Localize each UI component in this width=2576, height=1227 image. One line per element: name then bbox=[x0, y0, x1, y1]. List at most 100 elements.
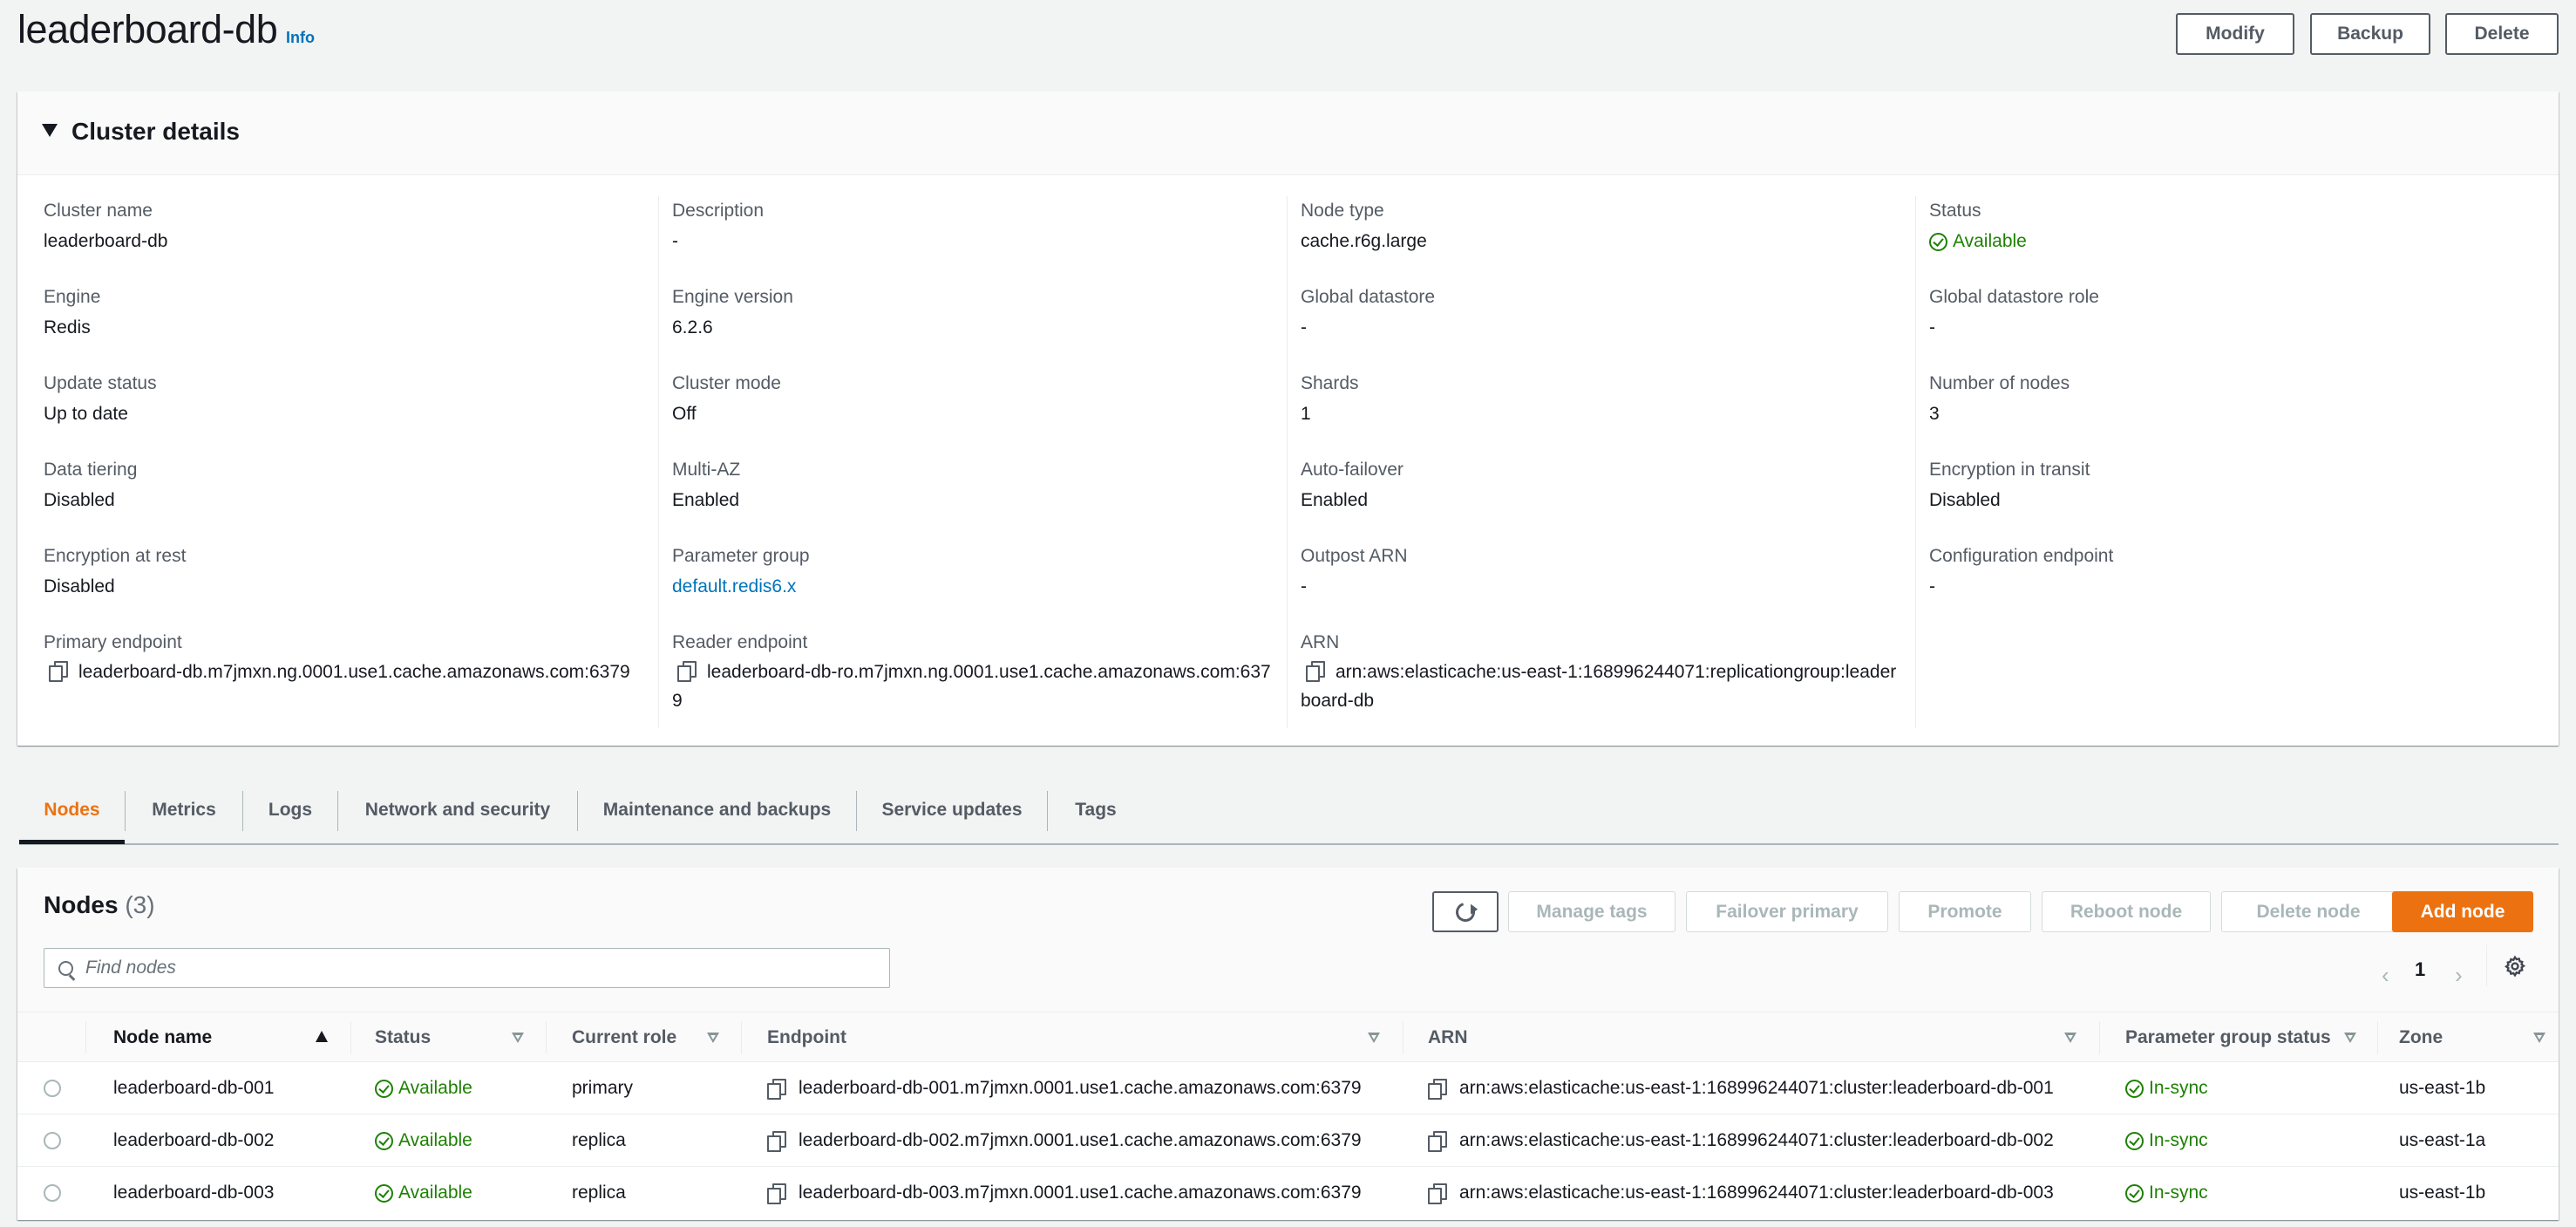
detail-item: Global datastore role - bbox=[1929, 287, 2531, 338]
node-arn-text: arn:aws:elasticache:us-east-1:1689962440… bbox=[1459, 1183, 2054, 1203]
modify-button[interactable]: Modify bbox=[2176, 13, 2294, 55]
sort-icon[interactable] bbox=[512, 1033, 524, 1043]
caret-down-icon[interactable] bbox=[42, 124, 58, 137]
search-field[interactable] bbox=[44, 948, 890, 988]
failover-primary-button[interactable]: Failover primary bbox=[1686, 891, 1888, 932]
row-select-radio[interactable] bbox=[44, 1132, 61, 1149]
nodes-panel: Nodes (3) Manage tags Failover primary P… bbox=[17, 868, 2559, 1220]
detail-label: Node type bbox=[1301, 201, 1384, 221]
backup-button[interactable]: Backup bbox=[2310, 13, 2430, 55]
column-header-status[interactable]: Status bbox=[375, 1012, 431, 1063]
refresh-button[interactable] bbox=[1432, 891, 1499, 932]
cluster-details-panel: Cluster details Cluster name leaderboard-… bbox=[17, 92, 2559, 746]
gear-icon[interactable] bbox=[2504, 955, 2526, 978]
detail-item: Configuration endpoint - bbox=[1929, 546, 2531, 597]
copy-icon[interactable] bbox=[767, 1079, 786, 1100]
detail-value: 3 bbox=[1929, 404, 1940, 424]
table-body: leaderboard-db-001 Available primary lea… bbox=[17, 1062, 2559, 1219]
copy-icon[interactable] bbox=[49, 661, 68, 682]
parameter-group-link[interactable]: default.redis6.x bbox=[672, 576, 1274, 597]
column-separator bbox=[2099, 1021, 2100, 1054]
row-select-radio[interactable] bbox=[44, 1080, 61, 1097]
tab-metrics[interactable]: Metrics bbox=[126, 779, 242, 842]
node-name: leaderboard-db-001 bbox=[113, 1078, 275, 1098]
reboot-node-button[interactable]: Reboot node bbox=[2042, 891, 2211, 932]
column-header-node-name[interactable]: Node name bbox=[113, 1012, 212, 1063]
status-success-icon bbox=[1929, 232, 1947, 251]
promote-button[interactable]: Promote bbox=[1899, 891, 2031, 932]
detail-label: Description bbox=[672, 201, 765, 221]
detail-label: Multi-AZ bbox=[672, 460, 741, 480]
sort-icon[interactable] bbox=[2064, 1033, 2076, 1043]
table-row[interactable]: leaderboard-db-002 Available replica lea… bbox=[17, 1115, 2559, 1167]
delete-button[interactable]: Delete bbox=[2445, 13, 2559, 55]
detail-label: Data tiering bbox=[44, 460, 138, 480]
tab-maintenance-and-backups[interactable]: Maintenance and backups bbox=[578, 779, 856, 842]
search-input[interactable] bbox=[85, 958, 870, 978]
status-success-icon bbox=[375, 1183, 393, 1203]
column-header-parameter-group-status[interactable]: Parameter group status bbox=[2125, 1012, 2331, 1063]
detail-label: Global datastore role bbox=[1929, 287, 2099, 307]
row-select-radio[interactable] bbox=[44, 1184, 61, 1202]
sort-icon[interactable] bbox=[707, 1033, 719, 1043]
sort-icon[interactable] bbox=[1368, 1033, 1380, 1043]
table-row[interactable]: leaderboard-db-001 Available primary lea… bbox=[17, 1062, 2559, 1115]
sort-icon[interactable] bbox=[2344, 1033, 2356, 1043]
detail-item: Auto-failover Enabled bbox=[1301, 460, 1902, 511]
status-text: Available bbox=[1953, 231, 2027, 251]
tab-network-and-security[interactable]: Network and security bbox=[338, 779, 577, 842]
parameter-group-status-text: In-sync bbox=[2149, 1130, 2208, 1150]
node-endpoint: leaderboard-db-001.m7jmxn.0001.use1.cach… bbox=[767, 1062, 1362, 1115]
node-arn: arn:aws:elasticache:us-east-1:1689962440… bbox=[1428, 1167, 2054, 1219]
parameter-group-status-text: In-sync bbox=[2149, 1183, 2208, 1203]
column-divider bbox=[1287, 196, 1288, 728]
cluster-details-header[interactable]: Cluster details bbox=[17, 92, 2559, 175]
detail-value: leaderboard-db-ro.m7jmxn.ng.0001.use1.ca… bbox=[672, 658, 1274, 715]
manage-tags-button[interactable]: Manage tags bbox=[1508, 891, 1675, 932]
copy-icon[interactable] bbox=[1428, 1131, 1447, 1152]
detail-item: Engine version 6.2.6 bbox=[672, 287, 1274, 338]
column-header-endpoint[interactable]: Endpoint bbox=[767, 1012, 846, 1063]
tab-tags[interactable]: Tags bbox=[1048, 779, 1144, 842]
tab-logs[interactable]: Logs bbox=[243, 779, 337, 842]
copy-icon[interactable] bbox=[767, 1131, 786, 1152]
copy-icon[interactable] bbox=[1428, 1079, 1447, 1100]
column-separator bbox=[350, 1021, 351, 1054]
node-status: Available bbox=[375, 1062, 472, 1115]
detail-label: Engine version bbox=[672, 287, 793, 307]
node-zone: us-east-1a bbox=[2399, 1130, 2486, 1150]
page-number[interactable]: 1 bbox=[2415, 958, 2425, 981]
info-link[interactable]: Info bbox=[286, 29, 315, 47]
node-endpoint: leaderboard-db-003.m7jmxn.0001.use1.cach… bbox=[767, 1167, 1362, 1219]
column-header-arn[interactable]: ARN bbox=[1428, 1012, 1468, 1063]
copy-icon[interactable] bbox=[677, 661, 697, 682]
detail-item: Outpost ARN - bbox=[1301, 546, 1902, 597]
detail-value: cache.r6g.large bbox=[1301, 231, 1427, 251]
detail-label: Global datastore bbox=[1301, 287, 1436, 307]
table-row[interactable]: leaderboard-db-003 Available replica lea… bbox=[17, 1167, 2559, 1219]
next-page-icon[interactable]: › bbox=[2455, 962, 2463, 989]
sort-icon[interactable] bbox=[2533, 1033, 2545, 1043]
copy-icon[interactable] bbox=[767, 1183, 786, 1204]
delete-node-button[interactable]: Delete node bbox=[2221, 891, 2396, 932]
column-separator bbox=[546, 1021, 547, 1054]
previous-page-icon[interactable]: ‹ bbox=[2382, 962, 2389, 989]
pagination-divider bbox=[2486, 944, 2487, 986]
column-header-zone[interactable]: Zone bbox=[2399, 1012, 2443, 1063]
tab-nodes[interactable]: Nodes bbox=[19, 779, 125, 842]
copy-icon[interactable] bbox=[1306, 661, 1325, 682]
detail-label: Encryption in transit bbox=[1929, 460, 2090, 480]
parameter-group-status: In-sync bbox=[2125, 1115, 2208, 1167]
node-status: Available bbox=[375, 1115, 472, 1167]
detail-label: Encryption at rest bbox=[44, 546, 187, 566]
node-arn-text: arn:aws:elasticache:us-east-1:1689962440… bbox=[1459, 1130, 2054, 1150]
add-node-button[interactable]: Add node bbox=[2392, 891, 2533, 932]
status-success-icon bbox=[375, 1131, 393, 1150]
copy-icon[interactable] bbox=[1428, 1183, 1447, 1204]
sort-ascending-icon[interactable] bbox=[316, 1031, 328, 1042]
detail-item: Encryption at rest Disabled bbox=[44, 546, 645, 597]
column-header-current-role[interactable]: Current role bbox=[572, 1012, 676, 1063]
node-arn-text: arn:aws:elasticache:us-east-1:1689962440… bbox=[1459, 1078, 2054, 1098]
detail-item: Global datastore - bbox=[1301, 287, 1902, 338]
tab-service-updates[interactable]: Service updates bbox=[857, 779, 1047, 842]
